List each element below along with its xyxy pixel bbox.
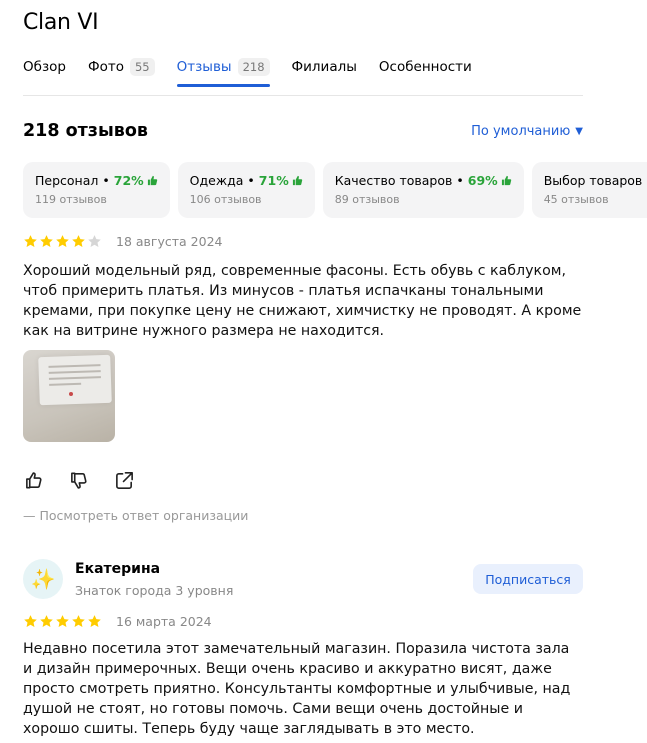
author-avatar[interactable]: ✨: [23, 559, 63, 599]
review-date: 16 марта 2024: [116, 614, 212, 629]
aspect-count: 89 отзывов: [334, 193, 400, 206]
aspect-name: Одежда: [189, 173, 244, 188]
star-icon: [72, 615, 85, 627]
org-title: Clan VI: [23, 10, 99, 35]
tab-reviews[interactable]: Отзывы 218: [176, 58, 270, 96]
aspect-filters: Персонал • 72% 119 отзывов Одежда • 71% 106 …: [23, 162, 647, 218]
star-icon: [40, 615, 53, 627]
like-icon[interactable]: [24, 470, 45, 491]
review-photo[interactable]: [23, 350, 115, 442]
rating-stars: [23, 614, 102, 629]
star-icon: [40, 235, 53, 247]
tab-label: Особенности: [378, 59, 472, 75]
aspect-chip[interactable]: Персонал • 72% 119 отзывов: [23, 162, 170, 218]
dislike-icon[interactable]: [69, 470, 90, 491]
review-header: 18 августа 2024: [23, 234, 222, 249]
tab-features[interactable]: Особенности: [379, 58, 472, 96]
review-text: Хороший модельный ряд, современные фасон…: [23, 263, 582, 339]
star-icon: [24, 235, 37, 247]
sort-dropdown[interactable]: По умолчанию ▼: [471, 124, 583, 139]
tab-count: 55: [129, 58, 155, 76]
review-actions: [24, 470, 135, 491]
thumbs-up-icon: [292, 175, 302, 186]
photo-detail: [69, 392, 73, 396]
thumbs-up-icon: [501, 175, 511, 186]
tab-photos[interactable]: Фото 55: [88, 58, 155, 96]
aspect-chip[interactable]: Одежда • 71% 106 отзывов: [177, 162, 315, 218]
reviews-count: 218 отзывов: [23, 121, 148, 141]
tab-label: Обзор: [23, 59, 66, 75]
tab-overview[interactable]: Обзор: [23, 58, 66, 96]
review-date: 18 августа 2024: [116, 234, 223, 249]
star-icon: [72, 235, 85, 247]
tab-branches[interactable]: Филиалы: [292, 58, 357, 96]
photo-content: [38, 354, 112, 406]
aspect-name: Выбор товаров: [543, 173, 643, 188]
review-header: 16 марта 2024: [23, 614, 212, 629]
aspect-name: Качество товаров: [334, 173, 453, 188]
aspect-percent: 72%: [113, 173, 144, 188]
aspect-count: 45 отзывов: [543, 193, 609, 206]
org-reply-label: Посмотреть ответ организации: [39, 508, 249, 523]
star-icon: [24, 615, 37, 627]
star-empty-icon: [88, 235, 101, 247]
author-level: Знаток города 3 уровня: [75, 583, 234, 598]
tab-label: Фото: [87, 59, 124, 75]
share-icon[interactable]: [114, 470, 135, 491]
chevron-down-icon: ▼: [575, 126, 583, 137]
aspect-chip[interactable]: Качество товаров • 69% 89 отзывов: [322, 162, 524, 218]
org-reply-link[interactable]: — Посмотреть ответ организации: [23, 508, 248, 523]
tab-count: 218: [237, 58, 270, 76]
tab-label: Отзывы: [176, 59, 232, 75]
subscribe-button[interactable]: Подписаться: [473, 564, 583, 594]
star-icon: [88, 615, 101, 627]
sparkles-icon: ✨: [30, 567, 56, 591]
aspect-chip[interactable]: Выбор товаров•9 45 отзывов: [531, 162, 647, 218]
aspect-percent: 71%: [258, 173, 289, 188]
star-icon: [56, 235, 69, 247]
rating-stars: [23, 234, 102, 249]
aspect-name: Персонал: [35, 173, 99, 188]
review-text: Недавно посетила этот замечательный мага…: [23, 641, 571, 737]
tab-label: Филиалы: [291, 59, 357, 75]
author-name[interactable]: Екатерина: [75, 561, 160, 577]
sort-label: По умолчанию: [471, 124, 571, 139]
aspect-percent: 69%: [467, 173, 498, 188]
aspect-count: 106 отзывов: [189, 193, 262, 206]
thumbs-up-icon: [147, 175, 157, 186]
star-icon: [56, 615, 69, 627]
tab-bar: Обзор Фото 55 Отзывы 218 Филиалы Особеннос…: [23, 58, 583, 96]
aspect-count: 119 отзывов: [35, 193, 107, 206]
